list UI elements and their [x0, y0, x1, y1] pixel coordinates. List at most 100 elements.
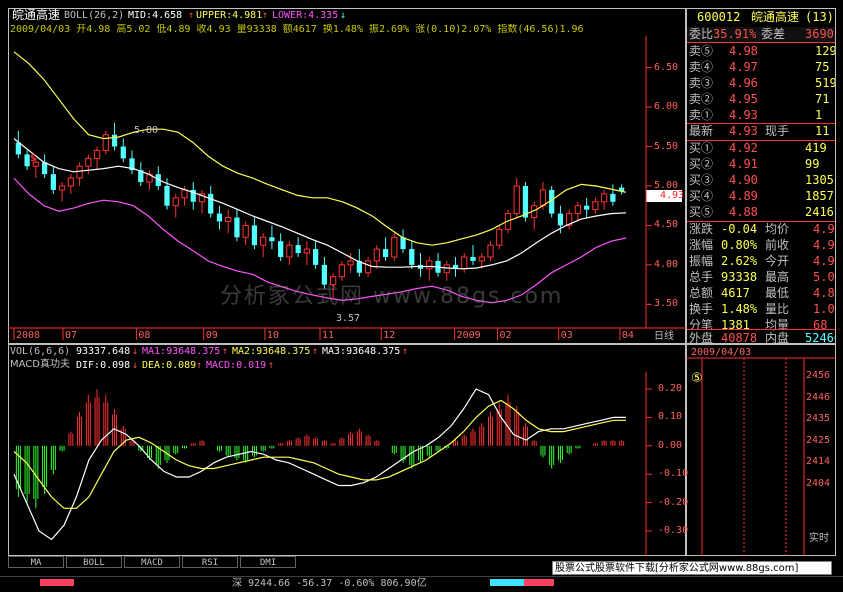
candle-body — [234, 217, 240, 238]
ad-banner[interactable]: 股票公式股票软件下载[分析家公式网www.88gs.com] — [552, 561, 832, 575]
quote-buy-row-cell: 买① — [689, 141, 714, 155]
mini-realtime-label: 实时 — [809, 533, 829, 544]
quote-weibi: 委比 35.91% 委差 3690 — [687, 27, 835, 42]
tab-dmi[interactable]: DMI — [240, 556, 296, 568]
quote-sell-row-cell: 4.95 — [729, 92, 758, 106]
candle-body — [164, 185, 170, 206]
quote-header-cell: 皖通高速 — [751, 10, 800, 24]
quote-stat-row-cell: 4.9 — [813, 238, 835, 252]
quote-weibi-cell: 35.91% — [713, 27, 757, 41]
candle-body — [496, 228, 503, 246]
vol-ma2-arrow: ↑ — [312, 346, 319, 357]
quote-header-cell: 600012 — [697, 10, 741, 24]
candle-body — [76, 165, 83, 179]
quote-stat-row-cell: 1.0 — [813, 302, 835, 316]
macd-axis-label: 0.10 — [658, 411, 683, 423]
quote-buy-row-cell: 419 — [805, 141, 827, 155]
vol-value: 93337.648 — [76, 346, 131, 357]
quote-latest-row-cell: 最新 — [689, 124, 714, 138]
candle-body — [610, 193, 616, 202]
candle-body — [93, 149, 101, 159]
quote-stat-row: 涨幅 0.80% 前收 4.9 — [687, 238, 835, 253]
status-bar: 深 9244.66 -56.37 -0.60% 806.90亿 — [0, 576, 843, 592]
quote-weibi-cell: 3690 — [805, 27, 834, 41]
signal-marker: $ — [30, 153, 37, 164]
quote-stat-row-cell: 93338 — [721, 270, 758, 284]
candle-body — [557, 213, 564, 226]
vol-ma1-arrow: ↑ — [222, 346, 229, 357]
tab-boll[interactable]: BOLL — [66, 556, 122, 568]
quote-latest-row: 最新 4.93 现手 11 — [687, 124, 835, 139]
vol-ma3-arrow: ↑ — [402, 346, 409, 357]
quote-sell-row: 卖① 4.93 1 — [687, 108, 835, 123]
quote-inout-row-cell: 40878 — [721, 331, 758, 344]
candle-body — [24, 154, 30, 167]
quote-weibi-cell: 委差 — [761, 27, 786, 41]
time-axis-label: 03 — [560, 330, 573, 341]
candle-body — [15, 142, 21, 155]
vol-ma3: MA3:93648.375 — [322, 346, 401, 357]
quote-stat-row-cell: 换手 — [689, 302, 714, 316]
macd-dif-arrow: ↓ — [132, 360, 139, 371]
quote-stat-row: 总手 93338 最高 5.0 — [687, 270, 835, 285]
candle-body — [58, 185, 66, 191]
quote-buy-row-cell: 2416 — [805, 205, 834, 219]
quote-stat-row-cell: 2.62% — [721, 254, 758, 268]
quote-sell-row: 卖② 4.95 71 — [687, 92, 835, 107]
candle-body — [382, 249, 389, 257]
quote-stat-row-cell: 最高 — [765, 270, 790, 284]
high-annotation: 5.80 — [134, 125, 159, 136]
quote-stat-row-cell: 4617 — [721, 286, 750, 300]
macd-arrow: ↑ — [268, 360, 275, 371]
quote-buy-row: 买② 4.91 99 — [687, 157, 835, 172]
tab-macd[interactable]: MACD — [124, 556, 180, 568]
quote-separator — [687, 42, 835, 43]
quote-sell-row-cell: 75 — [815, 60, 830, 74]
quote-sell-row: 卖⑤ 4.98 1294 — [687, 44, 835, 59]
quote-sell-row-cell: 卖⑤ — [689, 44, 714, 58]
quote-latest-row-cell: 4.93 — [729, 124, 758, 138]
quote-buy-row-cell: 4.92 — [729, 141, 758, 155]
mini-axis-label: 2404 — [806, 477, 831, 489]
quote-buy-row-cell: 买② — [689, 157, 714, 171]
candle-body — [260, 236, 267, 246]
quote-inout-row-cell: 外盘 — [689, 331, 714, 344]
quote-sell-row-cell: 卖② — [689, 92, 714, 106]
quote-stat-row-cell: -0.04 — [721, 222, 758, 236]
tab-rsi[interactable]: RSI — [182, 556, 238, 568]
candle-body — [539, 189, 547, 207]
quote-buy-row-cell: 4.90 — [729, 173, 758, 187]
quote-stat-row-cell: 总手 — [689, 270, 714, 284]
quote-panel: 600012 皖通高速 (13) 委比35.91% 委差 3690 卖⑤ 4.98 1294 卖④… — [686, 8, 836, 344]
macd-value: MACD:0.019 — [206, 360, 267, 371]
vol-ma1: MA1:93648.375 — [142, 346, 221, 357]
candle-body — [574, 205, 582, 215]
quote-sell-row-cell: 519 — [815, 76, 836, 90]
candle-body — [251, 225, 258, 246]
candle-body — [409, 249, 415, 265]
quote-inout-row-cell: 52460 — [805, 331, 835, 344]
quote-stat-row: 涨跌 -0.04 均价 4.9 — [687, 222, 835, 237]
time-axis-label: 2009 — [456, 330, 481, 341]
candle-body — [286, 244, 293, 258]
candle-body — [41, 162, 48, 175]
candle-body — [172, 197, 179, 207]
quote-stat-row-cell: 1.48% — [721, 302, 758, 316]
quote-stat-row-cell: 4.9 — [813, 254, 835, 268]
candle-body — [443, 264, 450, 274]
time-axis-label: 07 — [64, 330, 77, 341]
watermark: 分析家公式网 www.88gs.com — [220, 284, 564, 309]
candle-body — [426, 260, 433, 270]
mini-axis-label: 2446 — [806, 391, 831, 403]
quote-buy-row-cell: 4.89 — [729, 189, 758, 203]
stock-terminal: 皖通高速 BOLL(26,2) MID:4.658 ↑ UPPER:4.981 … — [0, 0, 843, 592]
candle-body — [85, 157, 92, 167]
candle-body — [584, 205, 590, 210]
candle-body — [601, 193, 608, 203]
quote-sell-row-cell: 4.93 — [729, 108, 758, 122]
tab-ma[interactable]: MA — [8, 556, 64, 568]
candle-body — [592, 201, 599, 211]
price-axis-label: 6.00 — [654, 101, 679, 113]
quote-stat-row-cell: 最低 — [765, 286, 790, 300]
candle-body — [513, 185, 520, 215]
